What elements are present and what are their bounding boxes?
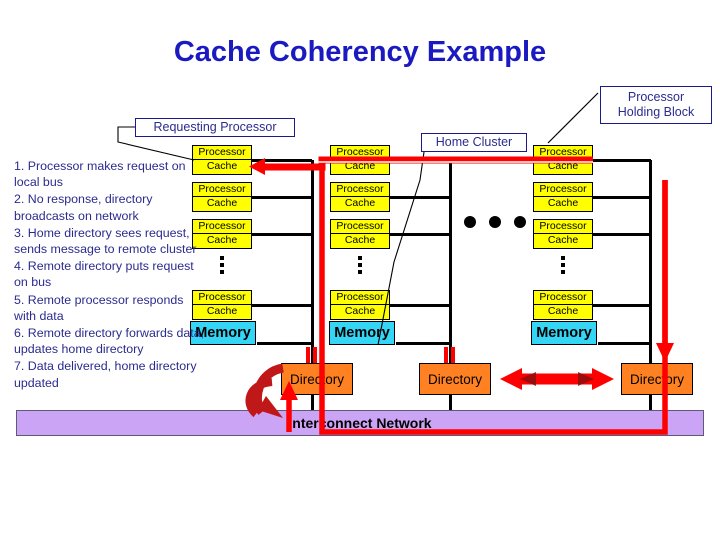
step-4: 4. Remote directory puts request on bus [14,259,194,290]
callout-requesting-processor: Requesting Processor [135,118,295,137]
leader-line-home-cluster [377,151,425,346]
red-data-path-top [260,156,593,171]
step-2: 2. No response, directory broadcasts on … [14,192,153,223]
red-riser-to-requesting-directory [280,381,298,432]
callout-holding-line2: Holding Block [617,105,695,119]
red-riser-home-directory [444,347,455,363]
step-5: 5. Remote processor responds with data [14,292,184,323]
leader-line-processor-holding-block [547,92,599,144]
step-3: 3. Home directory sees request, sends me… [14,225,197,257]
steps-list: 1. Processor makes request on local bus … [14,158,206,392]
red-curved-arrow-directory-to-network [252,363,285,418]
step-7: 7. Data delivered, home directory update… [14,359,197,390]
step-1: 1. Processor makes request on local bus [14,159,186,190]
arrowhead-into-requesting-cache [249,158,265,175]
red-riser-requesting-directory [306,347,317,363]
diagram-canvas: Cache Coherency Example Processor Holdin… [0,0,720,540]
red-request-path [319,170,668,435]
callout-home-cluster: Home Cluster [421,133,527,152]
step-6: 6. Remote directory forwards data, updat… [14,326,205,357]
callout-processor-holding-block: Processor Holding Block [600,86,712,124]
double-headed-arrow-home-remote [500,368,614,390]
arrowhead-into-remote-directory [656,343,674,362]
callout-holding-line1: Processor [627,90,685,104]
